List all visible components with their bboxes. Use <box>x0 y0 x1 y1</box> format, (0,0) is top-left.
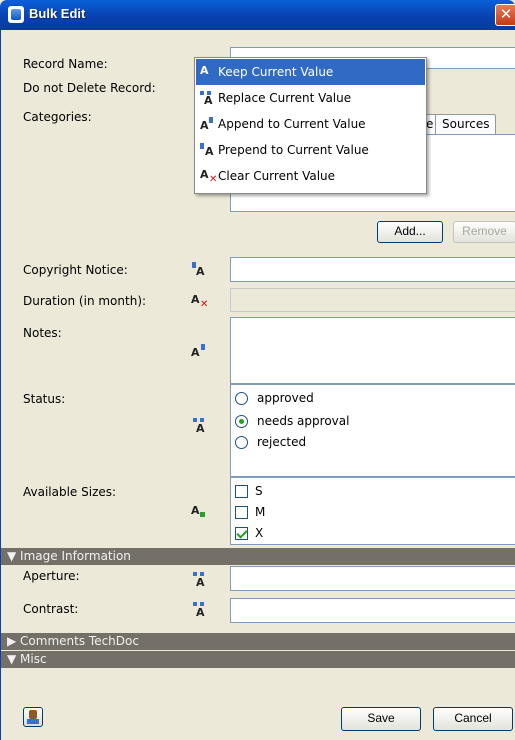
keep-value-icon: A <box>200 64 209 77</box>
duration-input[interactable] <box>230 288 515 312</box>
menu-item-append-to-current-value[interactable]: A Append to Current Value <box>196 111 425 137</box>
add-category-button[interactable]: Add... <box>377 221 443 243</box>
save-button[interactable]: Save <box>341 707 421 731</box>
copyright-notice-input[interactable] <box>230 257 515 282</box>
cancel-button[interactable]: Cancel <box>433 707 513 731</box>
menu-item-label: Replace Current Value <box>218 91 352 105</box>
window-titlebar: Bulk Edit ✕ <box>0 0 515 30</box>
clear-value-icon[interactable]: A ✕ <box>191 294 208 310</box>
copyright-notice-label: Copyright Notice: <box>23 263 128 277</box>
add-value-icon[interactable]: A <box>191 505 207 519</box>
clear-value-icon: A ✕ <box>200 168 218 185</box>
size-option-label: M <box>255 505 266 519</box>
categories-label: Categories: <box>23 110 92 124</box>
replace-value-icon: A <box>200 91 216 107</box>
record-name-label: Record Name: <box>23 57 108 71</box>
status-label: Status: <box>23 392 66 406</box>
menu-item-prepend-to-current-value[interactable]: A Prepend to Current Value <box>196 137 425 163</box>
size-option-label: X <box>255 526 264 540</box>
status-option-label: approved <box>257 391 314 405</box>
section-comments-techdoc[interactable]: ▶ Comments TechDoc <box>1 633 515 650</box>
window-title: Bulk Edit <box>29 6 86 21</box>
tab-sources[interactable]: Sources <box>435 114 497 134</box>
prepend-value-icon: A <box>200 143 216 158</box>
menu-item-label: Append to Current Value <box>218 117 366 131</box>
menu-item-label: Prepend to Current Value <box>218 143 369 157</box>
replace-value-icon[interactable]: A <box>191 602 207 619</box>
menu-item-clear-current-value[interactable]: A ✕ Clear Current Value <box>196 163 425 189</box>
size-checkbox-x[interactable] <box>235 527 248 540</box>
notes-textarea[interactable] <box>230 317 515 384</box>
menu-item-label: Clear Current Value <box>218 169 336 183</box>
append-value-icon[interactable]: A <box>191 344 207 359</box>
bulk-edit-form: Record Name: Do not Delete Record: I Cat… <box>0 30 515 740</box>
status-radio-needs-approval[interactable] <box>235 415 248 428</box>
sizes-box <box>230 477 515 545</box>
aperture-label: Aperture: <box>23 569 80 583</box>
menu-item-replace-current-value[interactable]: A Replace Current Value <box>196 85 425 111</box>
stamp-icon[interactable] <box>23 707 43 727</box>
duration-label: Duration (in month): <box>23 294 147 308</box>
prepend-value-icon[interactable]: A <box>191 262 207 278</box>
notes-label: Notes: <box>23 326 62 340</box>
status-option-label: rejected <box>257 435 307 449</box>
available-sizes-label: Available Sizes: <box>23 485 117 499</box>
close-button[interactable]: ✕ <box>495 4 515 26</box>
status-radio-approved[interactable] <box>235 392 248 405</box>
size-option-label: S <box>255 484 263 498</box>
app-icon <box>8 6 24 23</box>
status-option-label: needs approval <box>257 414 350 428</box>
replace-value-icon[interactable]: A <box>191 572 207 589</box>
aperture-input[interactable] <box>230 566 515 591</box>
section-misc[interactable]: ▼ Misc <box>1 651 515 668</box>
value-mode-menu: A Keep Current Value A Replace Current V… <box>194 57 427 194</box>
size-checkbox-m[interactable] <box>235 506 248 519</box>
replace-value-icon[interactable]: A <box>191 418 207 435</box>
contrast-label: Contrast: <box>23 602 79 616</box>
menu-item-label: Keep Current Value <box>218 65 334 79</box>
remove-category-button[interactable]: Remove <box>453 221 515 243</box>
do-not-delete-label: Do not Delete Record: <box>23 81 156 95</box>
append-value-icon: A <box>200 117 216 132</box>
size-checkbox-s[interactable] <box>235 485 248 498</box>
menu-item-keep-current-value[interactable]: A Keep Current Value <box>196 59 425 85</box>
contrast-input[interactable] <box>230 598 515 623</box>
status-radio-rejected[interactable] <box>235 436 248 449</box>
section-image-information[interactable]: ▼ Image Information <box>1 548 515 565</box>
